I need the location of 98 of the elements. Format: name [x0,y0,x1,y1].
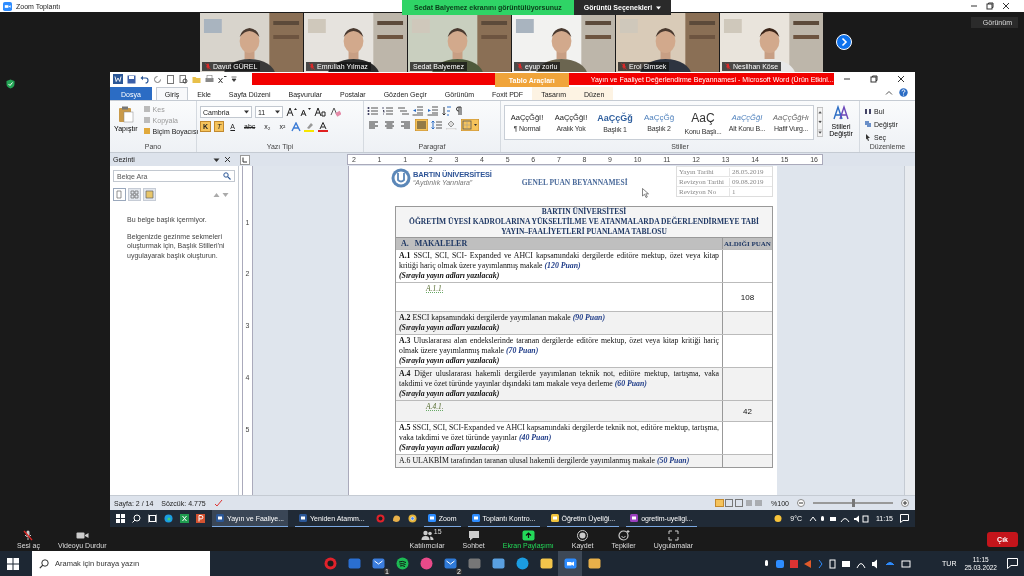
section-heading: A. MAKALELER [396,238,723,250]
app-icon [539,557,553,570]
record-icon [577,529,589,541]
text-effects-icon[interactable] [291,121,302,132]
zoom-in-icon[interactable] [901,499,909,508]
task-view-icon[interactable] [148,514,157,523]
app-icon [471,514,480,522]
score-value: 108 [740,292,755,302]
vertical-scrollbar[interactable] [904,166,915,496]
close-icon[interactable] [1002,2,1010,10]
app-icon [515,557,529,570]
caret-icon[interactable] [275,110,280,115]
app-icon [427,514,436,522]
square-icon [142,105,151,114]
navigation-tab[interactable] [128,188,141,202]
close-icon[interactable] [224,156,231,164]
redo-icon[interactable] [153,74,162,84]
next-page-icon[interactable] [836,34,852,50]
square-icon [142,127,151,136]
replace-icon [864,120,872,129]
customize-caret-icon[interactable] [231,74,237,84]
change-case-icon[interactable] [314,107,327,118]
search-icon [39,558,49,569]
apps-icon [667,529,679,541]
line-spacing-icon[interactable] [431,120,443,131]
superscript-icon[interactable] [218,74,227,84]
alignment-icon[interactable] [383,119,396,132]
app-icon [419,557,433,570]
muted-mic-icon [205,63,211,70]
clipboard-icon [117,106,134,124]
muted-mic-icon [621,63,627,70]
navigation-tab[interactable] [143,188,156,202]
chat-icon [467,529,480,541]
zoom-out-icon[interactable] [797,499,805,508]
shrink-font-icon[interactable] [300,107,311,118]
app-icon [550,514,559,522]
multilevel-list-icon[interactable] [397,106,409,117]
shield-icon [6,79,15,89]
app-icon [587,557,601,570]
close-icon[interactable] [897,75,906,84]
taskbar-app[interactable] [558,551,582,576]
search-icon[interactable] [132,514,141,523]
start-icon[interactable] [7,557,19,570]
clear-formatting-icon[interactable] [330,107,341,118]
proofing-icon[interactable] [213,499,224,508]
app-icon [467,557,481,570]
borders-icon[interactable] [461,119,479,132]
zoom-slider[interactable] [813,502,893,505]
undo-icon[interactable] [140,74,149,84]
app-icon [323,557,337,570]
app-icon [630,514,639,522]
app-icon [563,557,577,570]
decrease-indent-icon[interactable] [412,106,424,117]
app-icon [371,557,385,570]
pilcrow-icon[interactable] [455,106,463,117]
pane-menu-icon[interactable] [213,156,220,163]
start-icon[interactable] [116,514,125,523]
muted-mic-icon [725,63,731,70]
help-icon[interactable] [899,88,908,98]
increase-indent-icon[interactable] [427,106,439,117]
notifications-icon[interactable] [900,514,909,523]
app-icon [443,557,457,570]
binoculars-icon [864,107,872,116]
print-preview-icon[interactable] [179,74,188,84]
restore-icon[interactable] [870,75,879,84]
restore-icon[interactable] [986,2,994,10]
app-icon [299,514,308,522]
font-color-icon[interactable] [318,121,329,132]
weather-icon [774,514,784,523]
muted-mic-icon [517,63,523,70]
styles-icon [833,105,850,122]
tab-selector-icon[interactable] [240,154,250,165]
mouse-cursor-icon [641,188,649,199]
app-icon [347,557,361,570]
app-icon [395,557,409,570]
caret-icon[interactable] [244,110,249,115]
minimize-icon[interactable] [970,2,978,10]
notifications-icon[interactable] [1007,558,1018,569]
reactions-icon [617,529,630,541]
mic-icon [22,529,35,541]
grow-font-icon[interactable] [286,107,297,118]
alignment-icon[interactable] [415,119,428,132]
printer-icon[interactable] [205,74,214,84]
app-icon [491,557,505,570]
alignment-icon[interactable] [399,119,412,132]
square-icon [142,116,151,125]
view-modes-icon[interactable] [715,499,764,508]
gallery-scroll-icon[interactable] [817,105,824,140]
pointer-icon [864,133,872,142]
document-icon[interactable] [166,74,175,84]
caret-icon [656,5,662,10]
muted-mic-icon [309,63,315,70]
system-tray-icon[interactable] [809,514,869,523]
app-icon [216,514,224,522]
save-icon[interactable] [127,74,136,84]
score-value: 42 [743,406,752,416]
participants-icon [420,529,434,541]
bullets-icon[interactable] [367,106,379,117]
